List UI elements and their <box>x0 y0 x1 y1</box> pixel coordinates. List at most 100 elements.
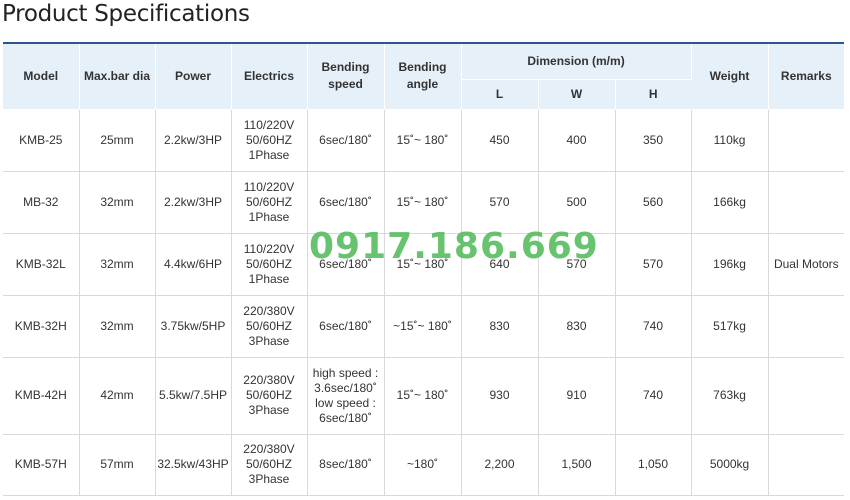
cell-dimension-h: 560 <box>615 171 692 234</box>
cell-dimension-h: 350 <box>615 109 692 172</box>
cell-bending-speed-line: 6sec/180˚ <box>319 132 372 147</box>
table-row: MB-32 32mm 2.2kw/3HP 110/220V 50/60HZ 1Phase 6… <box>3 171 845 234</box>
cell-bending-angle: 15˚~ 180˚ <box>384 357 462 435</box>
table-row: KMB-57H 57mm 32.5kw/43HP 220/380V 50/60HZ 3Ph… <box>3 434 845 496</box>
cell-dimension-w: 570 <box>538 233 616 296</box>
cell-bending-speed-line: 8sec/180˚ <box>319 457 372 471</box>
table-header: Model Max.bar dia Power Electrics Bendin… <box>3 42 845 110</box>
cell-electrics-line: 3Phase <box>248 403 290 417</box>
cell-bending-angle: ~180˚ <box>384 434 462 496</box>
cell-max-bar-dia: 25mm <box>79 109 156 172</box>
cell-electrics-line: 50/60HZ <box>245 457 293 471</box>
cell-model: KMB-57H <box>3 434 80 496</box>
cell-power: 2.2kw/3HP <box>155 171 232 234</box>
header-bending-speed-line-2: speed <box>328 77 363 92</box>
cell-electrics-line: 50/60HZ <box>245 318 293 333</box>
cell-electrics-line: 110/220V <box>243 117 295 132</box>
cell-weight: 763kg <box>691 357 769 435</box>
cell-electrics-line: 50/60HZ <box>245 256 293 271</box>
page-title: Product Specifications <box>2 1 250 27</box>
cell-electrics: 220/380V 50/60HZ 3Phase <box>231 357 308 435</box>
cell-dimension-w: 400 <box>538 109 616 172</box>
cell-power: 5.5kw/7.5HP <box>155 357 232 435</box>
cell-electrics-line: 50/60HZ <box>245 132 293 147</box>
cell-max-bar-dia: 32mm <box>79 171 156 234</box>
header-bending-angle-line-1: Bending <box>398 60 447 75</box>
cell-dimension-l: 2,200 <box>461 434 539 496</box>
cell-dimension-l: 450 <box>461 109 539 172</box>
header-weight: Weight <box>691 42 769 110</box>
cell-model: KMB-32L <box>3 233 80 296</box>
cell-dimension-l: 930 <box>461 357 539 435</box>
cell-bending-speed-line: high speed : <box>312 365 379 380</box>
cell-power: 4.4kw/6HP <box>155 233 232 296</box>
header-power: Power <box>155 42 232 110</box>
cell-electrics-line: 1Phase <box>248 147 290 162</box>
table-body: KMB-25 25mm 2.2kw/3HP 110/220V 50/60HZ 1Phase… <box>3 109 845 496</box>
cell-dimension-w: 910 <box>538 357 616 435</box>
cell-bending-speed-line: low speed : <box>315 395 376 410</box>
cell-max-bar-dia: 57mm <box>79 434 156 496</box>
cell-bending-angle: 15˚~ 180˚ <box>384 109 462 172</box>
cell-electrics-line: 110/220V <box>243 241 295 256</box>
header-bending-angle-line-2: angle <box>406 77 439 92</box>
cell-electrics-line: 3Phase <box>248 333 290 348</box>
cell-model: KMB-32H <box>3 295 80 358</box>
table-row: KMB-25 25mm 2.2kw/3HP 110/220V 50/60HZ 1Phase… <box>3 109 845 172</box>
cell-bending-speed-line: 6sec/180˚ <box>319 318 372 333</box>
cell-bending-speed: high speed :3.6sec/180˚ low speed :6sec/1… <box>307 357 385 435</box>
cell-bending-speed-line: 6sec/180˚ <box>319 256 372 271</box>
cell-power: 32.5kw/43HP <box>155 434 232 496</box>
cell-bending-speed: 6sec/180˚ <box>307 109 385 172</box>
header-dimension-l: L <box>461 79 539 110</box>
cell-dimension-h: 1,050 <box>615 434 692 496</box>
cell-electrics-line: 110/220V <box>243 179 295 194</box>
cell-bending-angle: 15˚~ 180˚ <box>384 233 462 296</box>
cell-weight: 110kg <box>691 109 769 172</box>
header-electrics: Electrics <box>231 42 308 110</box>
cell-bending-speed: 8sec/180˚ <box>307 434 385 496</box>
cell-remarks <box>768 109 845 172</box>
cell-max-bar-dia: 32mm <box>79 295 156 358</box>
cell-dimension-w: 1,500 <box>538 434 616 496</box>
cell-bending-speed-line: 3.6sec/180˚ <box>314 380 377 395</box>
cell-dimension-l: 830 <box>461 295 539 358</box>
cell-electrics-line: 50/60HZ <box>245 194 293 209</box>
specifications-table: Model Max.bar dia Power Electrics Bendin… <box>3 42 845 496</box>
cell-electrics-line: 220/380V <box>243 442 295 456</box>
cell-power: 3.75kw/5HP <box>155 295 232 358</box>
cell-model: KMB-42H <box>3 357 80 435</box>
header-bending-speed-line-1: Bending <box>321 60 370 75</box>
cell-bending-speed-line: 6sec/180˚ <box>319 194 372 209</box>
cell-power: 2.2kw/3HP <box>155 109 232 172</box>
cell-dimension-h: 740 <box>615 357 692 435</box>
cell-electrics: 110/220V 50/60HZ 1Phase <box>231 171 308 234</box>
header-bending-speed: Bending speed <box>307 42 385 110</box>
cell-electrics-line: 220/380V <box>243 303 295 318</box>
cell-bending-angle: 15˚~ 180˚ <box>384 171 462 234</box>
cell-electrics-line: 50/60HZ <box>245 388 293 402</box>
cell-max-bar-dia: 32mm <box>79 233 156 296</box>
cell-remarks <box>768 171 845 234</box>
cell-dimension-h: 740 <box>615 295 692 358</box>
cell-dimension-w: 830 <box>538 295 616 358</box>
cell-electrics-line: 3Phase <box>248 472 290 486</box>
cell-dimension-l: 640 <box>461 233 539 296</box>
cell-bending-speed: 6sec/180˚ <box>307 171 385 234</box>
cell-weight: 196kg <box>691 233 769 296</box>
cell-weight: 166kg <box>691 171 769 234</box>
cell-bending-speed: 6sec/180˚ <box>307 233 385 296</box>
header-dimension: Dimension (m/m) <box>461 42 692 80</box>
cell-max-bar-dia: 42mm <box>79 357 156 435</box>
header-bending-angle: Bending angle <box>384 42 462 110</box>
cell-bending-speed: 6sec/180˚ <box>307 295 385 358</box>
header-dimension-h: H <box>615 79 692 110</box>
header-dimension-w: W <box>538 79 616 110</box>
cell-remarks <box>768 434 845 496</box>
header-remarks: Remarks <box>768 42 845 110</box>
header-model: Model <box>3 42 80 110</box>
cell-electrics: 110/220V 50/60HZ 1Phase <box>231 109 308 172</box>
cell-remarks <box>768 295 845 358</box>
cell-weight: 5000kg <box>691 434 769 496</box>
cell-weight: 517kg <box>691 295 769 358</box>
